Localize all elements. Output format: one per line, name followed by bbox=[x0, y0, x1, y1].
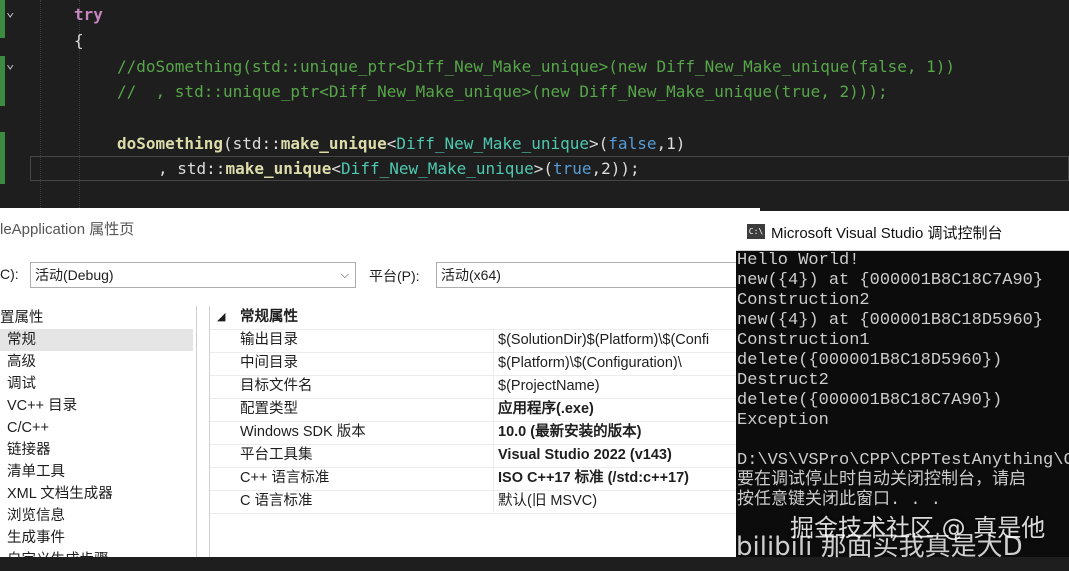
console-output-line: delete({000001B8C18D5960}) bbox=[737, 351, 1003, 370]
console-output-line: Construction2 bbox=[737, 291, 870, 310]
watermark-text: bilibili 那面买我真是大D bbox=[736, 532, 1023, 562]
console-output-line: Construction1 bbox=[737, 331, 870, 350]
change-indicator bbox=[0, 0, 5, 38]
property-name: C 语言标准 bbox=[240, 493, 313, 509]
code-line: , std::make_unique<Diff_New_Make_unique>… bbox=[158, 159, 640, 178]
property-value[interactable]: 应用程序(.exe) bbox=[498, 398, 594, 421]
debug-console-window[interactable]: C:\ Microsoft Visual Studio 调试控制台 Hello … bbox=[736, 211, 1069, 557]
console-output-line: Exception bbox=[737, 411, 829, 430]
console-output-line: new({4}) at {000001B8C18D5960} bbox=[737, 311, 1044, 330]
tree-item-general[interactable]: 常规 bbox=[0, 329, 193, 351]
table-row[interactable]: C 语言标准 默认(旧 MSVC) bbox=[210, 490, 761, 514]
configuration-dropdown[interactable]: 活动(Debug) ⌵ bbox=[30, 262, 356, 288]
property-name: 输出目录 bbox=[240, 332, 298, 348]
console-output-line: D:\VS\VSPro\CPP\CPPTestAnything\C bbox=[737, 451, 1069, 470]
tree-item-build-events[interactable]: 生成事件 bbox=[7, 527, 65, 549]
property-name: 平台工具集 bbox=[240, 447, 313, 463]
platform-value: 活动(x64) bbox=[441, 267, 501, 283]
property-name: 中间目录 bbox=[240, 355, 298, 371]
property-name: Windows SDK 版本 bbox=[240, 424, 366, 440]
tree-item-advanced[interactable]: 高级 bbox=[7, 351, 36, 373]
collapse-arrow-icon[interactable]: ◢ bbox=[217, 306, 225, 329]
property-value[interactable]: $(Platform)\$(Configuration)\ bbox=[498, 352, 682, 375]
tree-item-xml-doc-generator[interactable]: XML 文档生成器 bbox=[7, 483, 113, 505]
tree-item-linker[interactable]: 链接器 bbox=[7, 439, 51, 461]
property-pages-dialog: leApplication 属性页 C): 活动(Debug) ⌵ 平台(P):… bbox=[0, 208, 761, 568]
tree-item-vc-directories[interactable]: VC++ 目录 bbox=[7, 395, 77, 417]
property-name: 配置类型 bbox=[240, 401, 298, 417]
platform-dropdown[interactable]: 活动(x64) bbox=[436, 262, 746, 288]
console-output-line: delete({000001B8C18C7A90}) bbox=[737, 391, 1003, 410]
table-row[interactable]: 中间目录 $(Platform)\$(Configuration)\ bbox=[210, 352, 761, 376]
table-row[interactable]: 配置类型 应用程序(.exe) bbox=[210, 398, 761, 422]
fold-chevron-icon[interactable]: ⌄ bbox=[6, 56, 14, 72]
console-output-line: new({4}) at {000001B8C18C7A90} bbox=[737, 271, 1044, 290]
property-value[interactable]: Visual Studio 2022 (v143) bbox=[498, 444, 672, 467]
code-line: { bbox=[74, 31, 84, 50]
console-title: Microsoft Visual Studio 调试控制台 bbox=[771, 225, 1003, 242]
console-output-line: Hello World! bbox=[737, 251, 860, 270]
code-comment-line: //doSomething(std::unique_ptr<Diff_New_M… bbox=[117, 57, 956, 76]
tree-item-config-properties[interactable]: 置属性 bbox=[0, 307, 44, 329]
property-name: C++ 语言标准 bbox=[240, 470, 330, 486]
table-row[interactable]: 平台工具集 Visual Studio 2022 (v143) bbox=[210, 444, 761, 468]
tree-item-browse-info[interactable]: 浏览信息 bbox=[7, 505, 65, 527]
property-tree[interactable]: 置属性 常规 高级 调试 VC++ 目录 C/C++ 链接器 清单工具 XML … bbox=[0, 306, 197, 568]
property-value[interactable]: $(SolutionDir)$(Platform)\$(Confi bbox=[498, 329, 709, 352]
code-line: try bbox=[74, 5, 103, 24]
property-grid[interactable]: ◢ 常规属性 输出目录 $(SolutionDir)$(Platform)\$(C… bbox=[209, 306, 761, 557]
property-value[interactable]: 默认(旧 MSVC) bbox=[498, 490, 597, 513]
change-indicator bbox=[0, 132, 5, 184]
category-label: 常规属性 bbox=[240, 309, 298, 325]
grid-category-row[interactable]: ◢ 常规属性 bbox=[210, 306, 761, 330]
property-name: 目标文件名 bbox=[240, 378, 313, 394]
tree-item-manifest-tool[interactable]: 清单工具 bbox=[7, 461, 65, 483]
code-line: doSomething(std::make_unique<Diff_New_Ma… bbox=[117, 134, 686, 153]
console-app-icon: C:\ bbox=[747, 224, 765, 239]
configuration-value: 活动(Debug) bbox=[35, 267, 114, 283]
property-value[interactable]: $(ProjectName) bbox=[498, 375, 600, 398]
platform-label: 平台(P): bbox=[369, 268, 420, 284]
console-output-line: Destruct2 bbox=[737, 371, 829, 390]
tree-item-custom-build-step[interactable]: 自定义生成步骤 bbox=[7, 549, 109, 571]
tree-item-debugging[interactable]: 调试 bbox=[7, 373, 36, 395]
table-row[interactable]: C++ 语言标准 ISO C++17 标准 (/std:c++17) bbox=[210, 467, 761, 491]
code-editor[interactable]: ⌄ ⌄ try { //doSomething(std::unique_ptr<… bbox=[0, 0, 1069, 210]
table-row[interactable]: 目标文件名 $(ProjectName) bbox=[210, 375, 761, 399]
table-row[interactable]: Windows SDK 版本 10.0 (最新安装的版本) bbox=[210, 421, 761, 445]
property-value[interactable]: ISO C++17 标准 (/std:c++17) bbox=[498, 467, 689, 490]
configuration-label: C): bbox=[0, 266, 19, 282]
fold-chevron-icon[interactable]: ⌄ bbox=[6, 4, 14, 20]
dialog-title: leApplication 属性页 bbox=[0, 221, 135, 238]
table-row[interactable]: 输出目录 $(SolutionDir)$(Platform)\$(Confi bbox=[210, 329, 761, 353]
property-value[interactable]: 10.0 (最新安装的版本) bbox=[498, 421, 641, 444]
console-output-line: 要在调试停止时自动关闭控制台，请启 bbox=[737, 471, 1026, 490]
change-indicator bbox=[0, 56, 5, 106]
code-comment-line: // , std::unique_ptr<Diff_New_Make_uniqu… bbox=[117, 82, 888, 101]
chevron-down-icon: ⌵ bbox=[340, 269, 349, 281]
tree-item-c-cpp[interactable]: C/C++ bbox=[7, 417, 49, 439]
console-titlebar[interactable]: C:\ Microsoft Visual Studio 调试控制台 bbox=[736, 211, 1069, 251]
